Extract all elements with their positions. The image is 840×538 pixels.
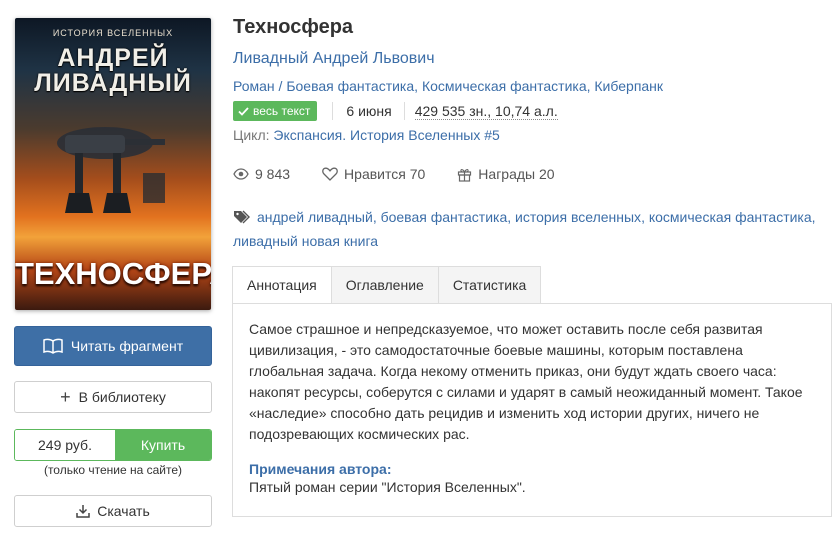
genre-link[interactable]: Боевая фантастика [286,78,414,94]
eye-icon [233,168,249,180]
download-icon [76,504,90,518]
read-fragment-label: Читать фрагмент [70,338,184,354]
cycle: Цикл: Экспансия. История Вселенных #5 [233,127,500,143]
cover-author-last: ЛИВАДНЫЙ [34,69,192,97]
views-count: 9 843 [255,166,291,182]
publish-date: 6 июня [346,103,392,119]
divider [403,102,405,120]
likes-count: 70 [409,166,426,182]
add-to-library-button[interactable]: + В библиотеку [14,381,212,413]
views-stat: 9 843 [233,166,290,182]
awards-count: 20 [539,166,555,182]
genres: Роман / Боевая фантастика, Космическая ф… [233,78,664,94]
author-link[interactable]: Ливадный Андрей Львович [233,50,435,68]
content-tabs: Аннотация Оглавление Статистика [232,266,542,304]
tags: андрей ливадный, боевая фантастика, исто… [233,208,816,249]
book-cover[interactable]: ИСТОРИЯ ВСЕЛЕННЫХ АНДРЕЙ ЛИВАДНЫЙ ТЕХНОС… [15,18,211,310]
download-button[interactable]: Скачать [14,495,212,527]
book-meta: весь текст 6 июня 429 535 зн., 10,74 а.л… [233,100,558,122]
cover-mech-illustration [57,127,165,213]
tag-link[interactable]: андрей ливадный [257,209,373,225]
tag-link[interactable]: история вселенных [515,209,641,225]
cover-title: ТЕХНОСФЕРА [15,256,211,291]
check-icon [238,106,249,116]
tab-panel: Самое страшное и непредсказуемое, что мо… [232,303,832,517]
cover-series: ИСТОРИЯ ВСЕЛЕННЫХ [52,28,174,38]
tab-contents[interactable]: Оглавление [331,266,439,304]
tag-link[interactable]: боевая фантастика [381,209,508,225]
plus-icon: + [60,387,71,407]
tag-link[interactable]: космическая фантастика [649,209,812,225]
likes-stat[interactable]: Нравится 70 [322,166,425,182]
genre-link[interactable]: Космическая фантастика [422,78,587,94]
tag-icon [233,208,251,230]
annotation-text: Самое страшное и непредсказуемое, что мо… [249,321,803,442]
cycle-label: Цикл: [233,127,270,143]
genre-type[interactable]: Роман [233,78,275,94]
likes-label: Нравится [344,166,406,182]
add-to-library-label: В библиотеку [78,389,166,405]
book-size: 429 535 зн., 10,74 а.л. [414,102,558,120]
awards-stat[interactable]: Награды 20 [457,166,555,182]
author-notes-heading: Примечания автора: [249,461,392,477]
awards-label: Награды [478,166,536,182]
status-badge: весь текст [233,101,318,121]
cycle-link[interactable]: Экспансия. История Вселенных #5 [273,127,499,143]
author-notes-text: Пятый роман серии "История Вселенных". [249,479,526,495]
tab-annotation[interactable]: Аннотация [232,266,332,304]
price: 249 руб. [15,430,115,460]
heart-icon [322,167,338,181]
status-badge-label: весь текст [253,104,311,118]
buy-button[interactable]: Купить [115,430,211,460]
cover-author: АНДРЕЙ ЛИВАДНЫЙ [15,46,211,96]
book-title: Техносфера [233,16,354,38]
buy-group: 249 руб. Купить [14,429,212,461]
stats: 9 843 Нравится 70 Награды 20 [233,166,587,182]
gift-icon [457,167,472,182]
buy-note: (только чтение на сайте) [43,463,183,477]
genre-link[interactable]: Киберпанк [594,78,663,94]
tag-link[interactable]: ливадный новая книга [233,233,378,249]
book-icon [43,338,63,354]
tab-statistics[interactable]: Статистика [438,266,542,304]
download-label: Скачать [97,503,150,519]
read-fragment-button[interactable]: Читать фрагмент [14,326,212,366]
cover-author-first: АНДРЕЙ [57,44,169,72]
divider [332,102,334,120]
